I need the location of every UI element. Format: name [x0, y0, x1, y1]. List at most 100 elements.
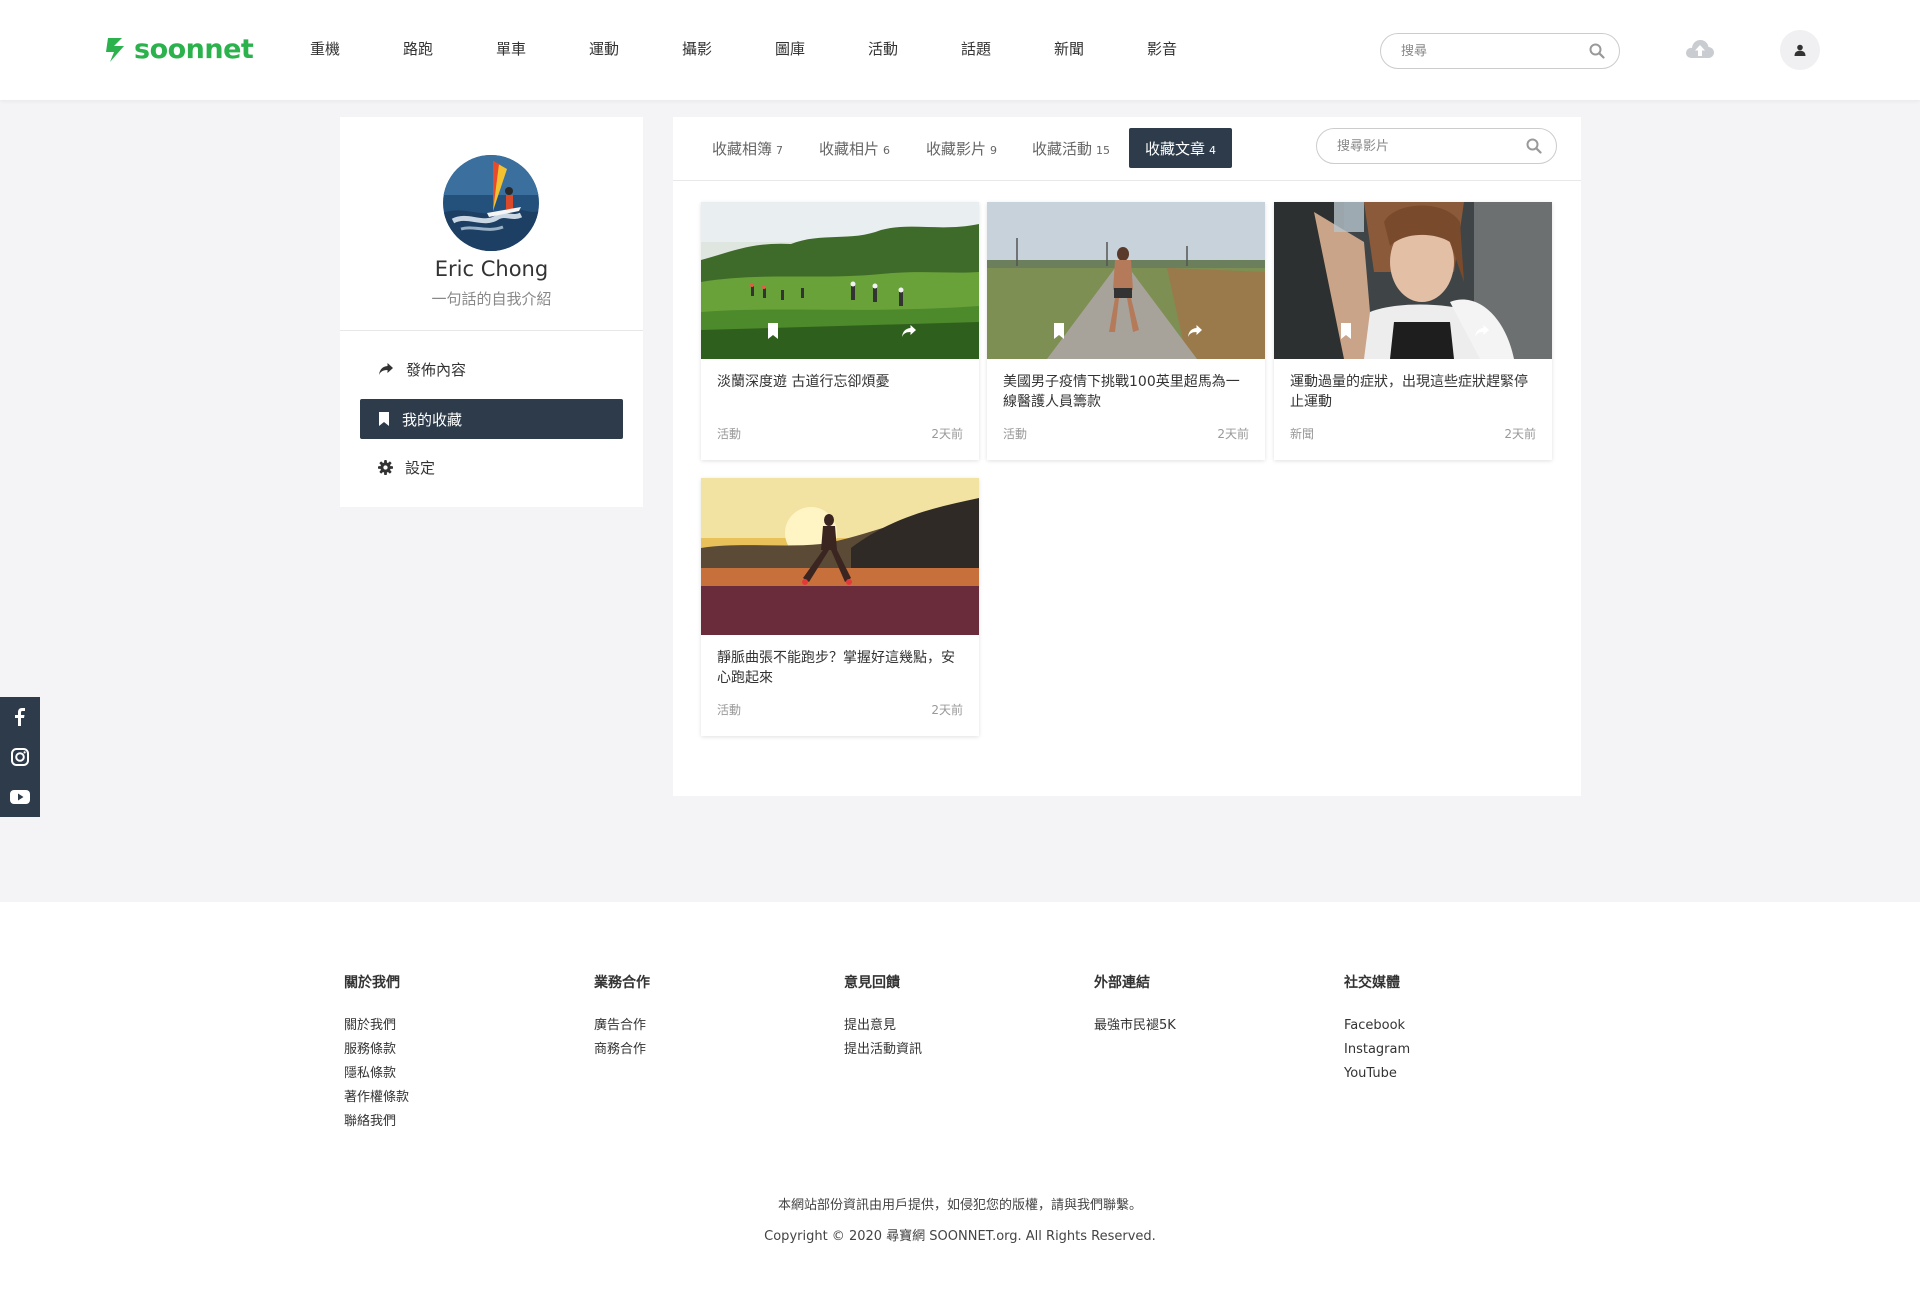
article-category: 活動	[717, 703, 742, 717]
share-icon[interactable]	[901, 324, 917, 338]
menu-item-label: 我的收藏	[402, 410, 463, 429]
youtube-icon[interactable]	[10, 787, 30, 807]
footer-column-title: 社交媒體	[1344, 975, 1400, 991]
nav-item-photography[interactable]: 攝影	[682, 38, 775, 59]
nav-item-gallery[interactable]: 圖庫	[775, 38, 868, 59]
footer-column-social: 社交媒體 Facebook Instagram YouTube	[1344, 972, 1410, 1086]
footer-link-about[interactable]: 關於我們	[344, 1014, 409, 1038]
article-title[interactable]: 運動過量的症狀，出現這些症狀趕緊停止運動	[1290, 372, 1540, 412]
footer-link-facebook[interactable]: Facebook	[1344, 1014, 1410, 1038]
nav-item-topics[interactable]: 話題	[961, 38, 1054, 59]
nav-item-sports[interactable]: 運動	[589, 38, 682, 59]
article-card[interactable]: 靜脈曲張不能跑步？掌握好這幾點，安心跑起來 活動 2天前	[701, 478, 979, 736]
social-sidebar	[0, 697, 40, 817]
footer-column-feedback: 意見回饋 提出意見 提出活動資訊	[844, 972, 922, 1062]
article-category: 活動	[717, 427, 742, 441]
nav-item-video[interactable]: 影音	[1147, 38, 1240, 59]
footer-link-copyright[interactable]: 著作權條款	[344, 1086, 409, 1110]
article-title[interactable]: 靜脈曲張不能跑步？掌握好這幾點，安心跑起來	[717, 648, 967, 688]
tab-count: 4	[1209, 143, 1217, 157]
footer-link-contact[interactable]: 聯絡我們	[344, 1110, 409, 1134]
header-search-input[interactable]	[1401, 43, 1589, 59]
nav-item-cycling[interactable]: 單車	[496, 38, 589, 59]
tab-count: 9	[990, 143, 998, 157]
favorites-tabs: 收藏相簿 7 收藏相片 6 收藏影片 9 收藏活動 15 收藏文章 4	[673, 117, 1581, 181]
logo-text: soonnet	[134, 34, 254, 65]
tired-woman-image	[1274, 202, 1552, 359]
tab-label: 收藏文章	[1145, 139, 1206, 158]
tab-articles[interactable]: 收藏文章 4	[1129, 128, 1233, 168]
tab-label: 收藏影片	[926, 139, 987, 158]
top-header: soonnet 重機 路跑 單車 運動 攝影 圖庫 活動 話題 新聞 影音	[0, 0, 1920, 100]
search-icon[interactable]	[1589, 43, 1605, 59]
tab-videos[interactable]: 收藏影片 9	[916, 128, 1007, 168]
logo-mark-icon	[106, 37, 124, 62]
favorites-search-input[interactable]	[1337, 138, 1526, 154]
bookmark-icon	[379, 412, 389, 426]
avatar[interactable]	[443, 155, 539, 251]
article-card[interactable]: 美國男子疫情下挑戰100英里超馬為一線醫護人員籌款 活動 2天前	[987, 202, 1265, 460]
main-nav: 重機 路跑 單車 運動 攝影 圖庫 活動 話題 新聞 影音	[310, 38, 1240, 59]
menu-item-label: 設定	[405, 458, 436, 477]
profile-name: Eric Chong	[434, 257, 549, 281]
favorites-search	[1316, 128, 1557, 164]
share-icon[interactable]	[1187, 324, 1203, 338]
footer-link-ads[interactable]: 廣告合作	[594, 1014, 650, 1038]
tab-count: 15	[1096, 143, 1111, 157]
tab-label: 收藏活動	[1032, 139, 1093, 158]
tab-albums[interactable]: 收藏相簿 7	[702, 128, 793, 168]
article-card-image	[701, 202, 979, 359]
article-card[interactable]: 運動過量的症狀，出現這些症狀趕緊停止運動 新聞 2天前	[1274, 202, 1552, 460]
avatar-windsurf-image	[443, 155, 539, 251]
footer-link-partnership[interactable]: 商務合作	[594, 1038, 650, 1062]
menu-item-label: 發佈內容	[406, 360, 467, 379]
profile-bio: 一句話的自我介紹	[431, 290, 552, 308]
menu-item-publish[interactable]: 發佈內容	[360, 349, 623, 389]
footer-column-about: 關於我們 關於我們 服務條款 隱私條款 著作權條款 聯絡我們	[344, 972, 409, 1134]
menu-item-settings[interactable]: 設定	[360, 447, 623, 487]
bookmark-icon[interactable]	[1053, 323, 1065, 339]
nav-item-events[interactable]: 活動	[868, 38, 961, 59]
user-icon	[1794, 44, 1806, 56]
search-icon[interactable]	[1526, 138, 1542, 154]
facebook-icon[interactable]	[10, 707, 30, 727]
article-time: 2天前	[931, 703, 963, 717]
tab-photos[interactable]: 收藏相片 6	[809, 128, 900, 168]
footer-link-submit-event[interactable]: 提出活動資訊	[844, 1038, 922, 1062]
article-time: 2天前	[1217, 427, 1249, 441]
footer-link-privacy[interactable]: 隱私條款	[344, 1062, 409, 1086]
profile-card: Eric Chong 一句話的自我介紹 發佈內容 我的收藏 設定	[340, 117, 643, 507]
nav-item-heavy-bike[interactable]: 重機	[310, 38, 403, 59]
tab-label: 收藏相片	[819, 139, 880, 158]
bookmark-icon[interactable]	[767, 323, 779, 339]
user-menu-button[interactable]	[1780, 30, 1820, 70]
tab-count: 6	[883, 143, 891, 157]
footer-link-terms[interactable]: 服務條款	[344, 1038, 409, 1062]
instagram-icon[interactable]	[10, 747, 30, 767]
footer-column-title: 意見回饋	[844, 975, 900, 991]
nav-item-news[interactable]: 新聞	[1054, 38, 1147, 59]
bookmark-icon[interactable]	[1340, 323, 1352, 339]
nav-item-running[interactable]: 路跑	[403, 38, 496, 59]
cloud-upload-icon[interactable]	[1684, 36, 1716, 64]
tab-label: 收藏相簿	[712, 139, 773, 158]
logo[interactable]: soonnet	[104, 34, 254, 65]
article-title[interactable]: 美國男子疫情下挑戰100英里超馬為一線醫護人員籌款	[1003, 372, 1253, 412]
road-runner-image	[987, 202, 1265, 359]
article-card[interactable]: 淡蘭深度遊 古道行忘卻煩憂 活動 2天前	[701, 202, 979, 460]
footer-link-youtube[interactable]: YouTube	[1344, 1062, 1410, 1086]
footer-link-feedback[interactable]: 提出意見	[844, 1014, 922, 1038]
article-title[interactable]: 淡蘭深度遊 古道行忘卻煩憂	[717, 372, 967, 392]
article-card-image	[1274, 202, 1552, 359]
footer-link-instagram[interactable]: Instagram	[1344, 1038, 1410, 1062]
footer-column-title: 業務合作	[594, 975, 650, 991]
share-icon[interactable]	[1474, 324, 1490, 338]
sunset-runner-image	[701, 478, 979, 635]
tab-events[interactable]: 收藏活動 15	[1022, 128, 1120, 168]
footer-column-external: 外部連結 最強市民褪5K	[1094, 972, 1176, 1038]
menu-item-favorites[interactable]: 我的收藏	[360, 399, 623, 439]
footer-link-5k[interactable]: 最強市民褪5K	[1094, 1014, 1176, 1038]
header-search	[1380, 33, 1620, 69]
tab-count: 7	[776, 143, 784, 157]
footer-column-title: 外部連結	[1094, 975, 1150, 991]
